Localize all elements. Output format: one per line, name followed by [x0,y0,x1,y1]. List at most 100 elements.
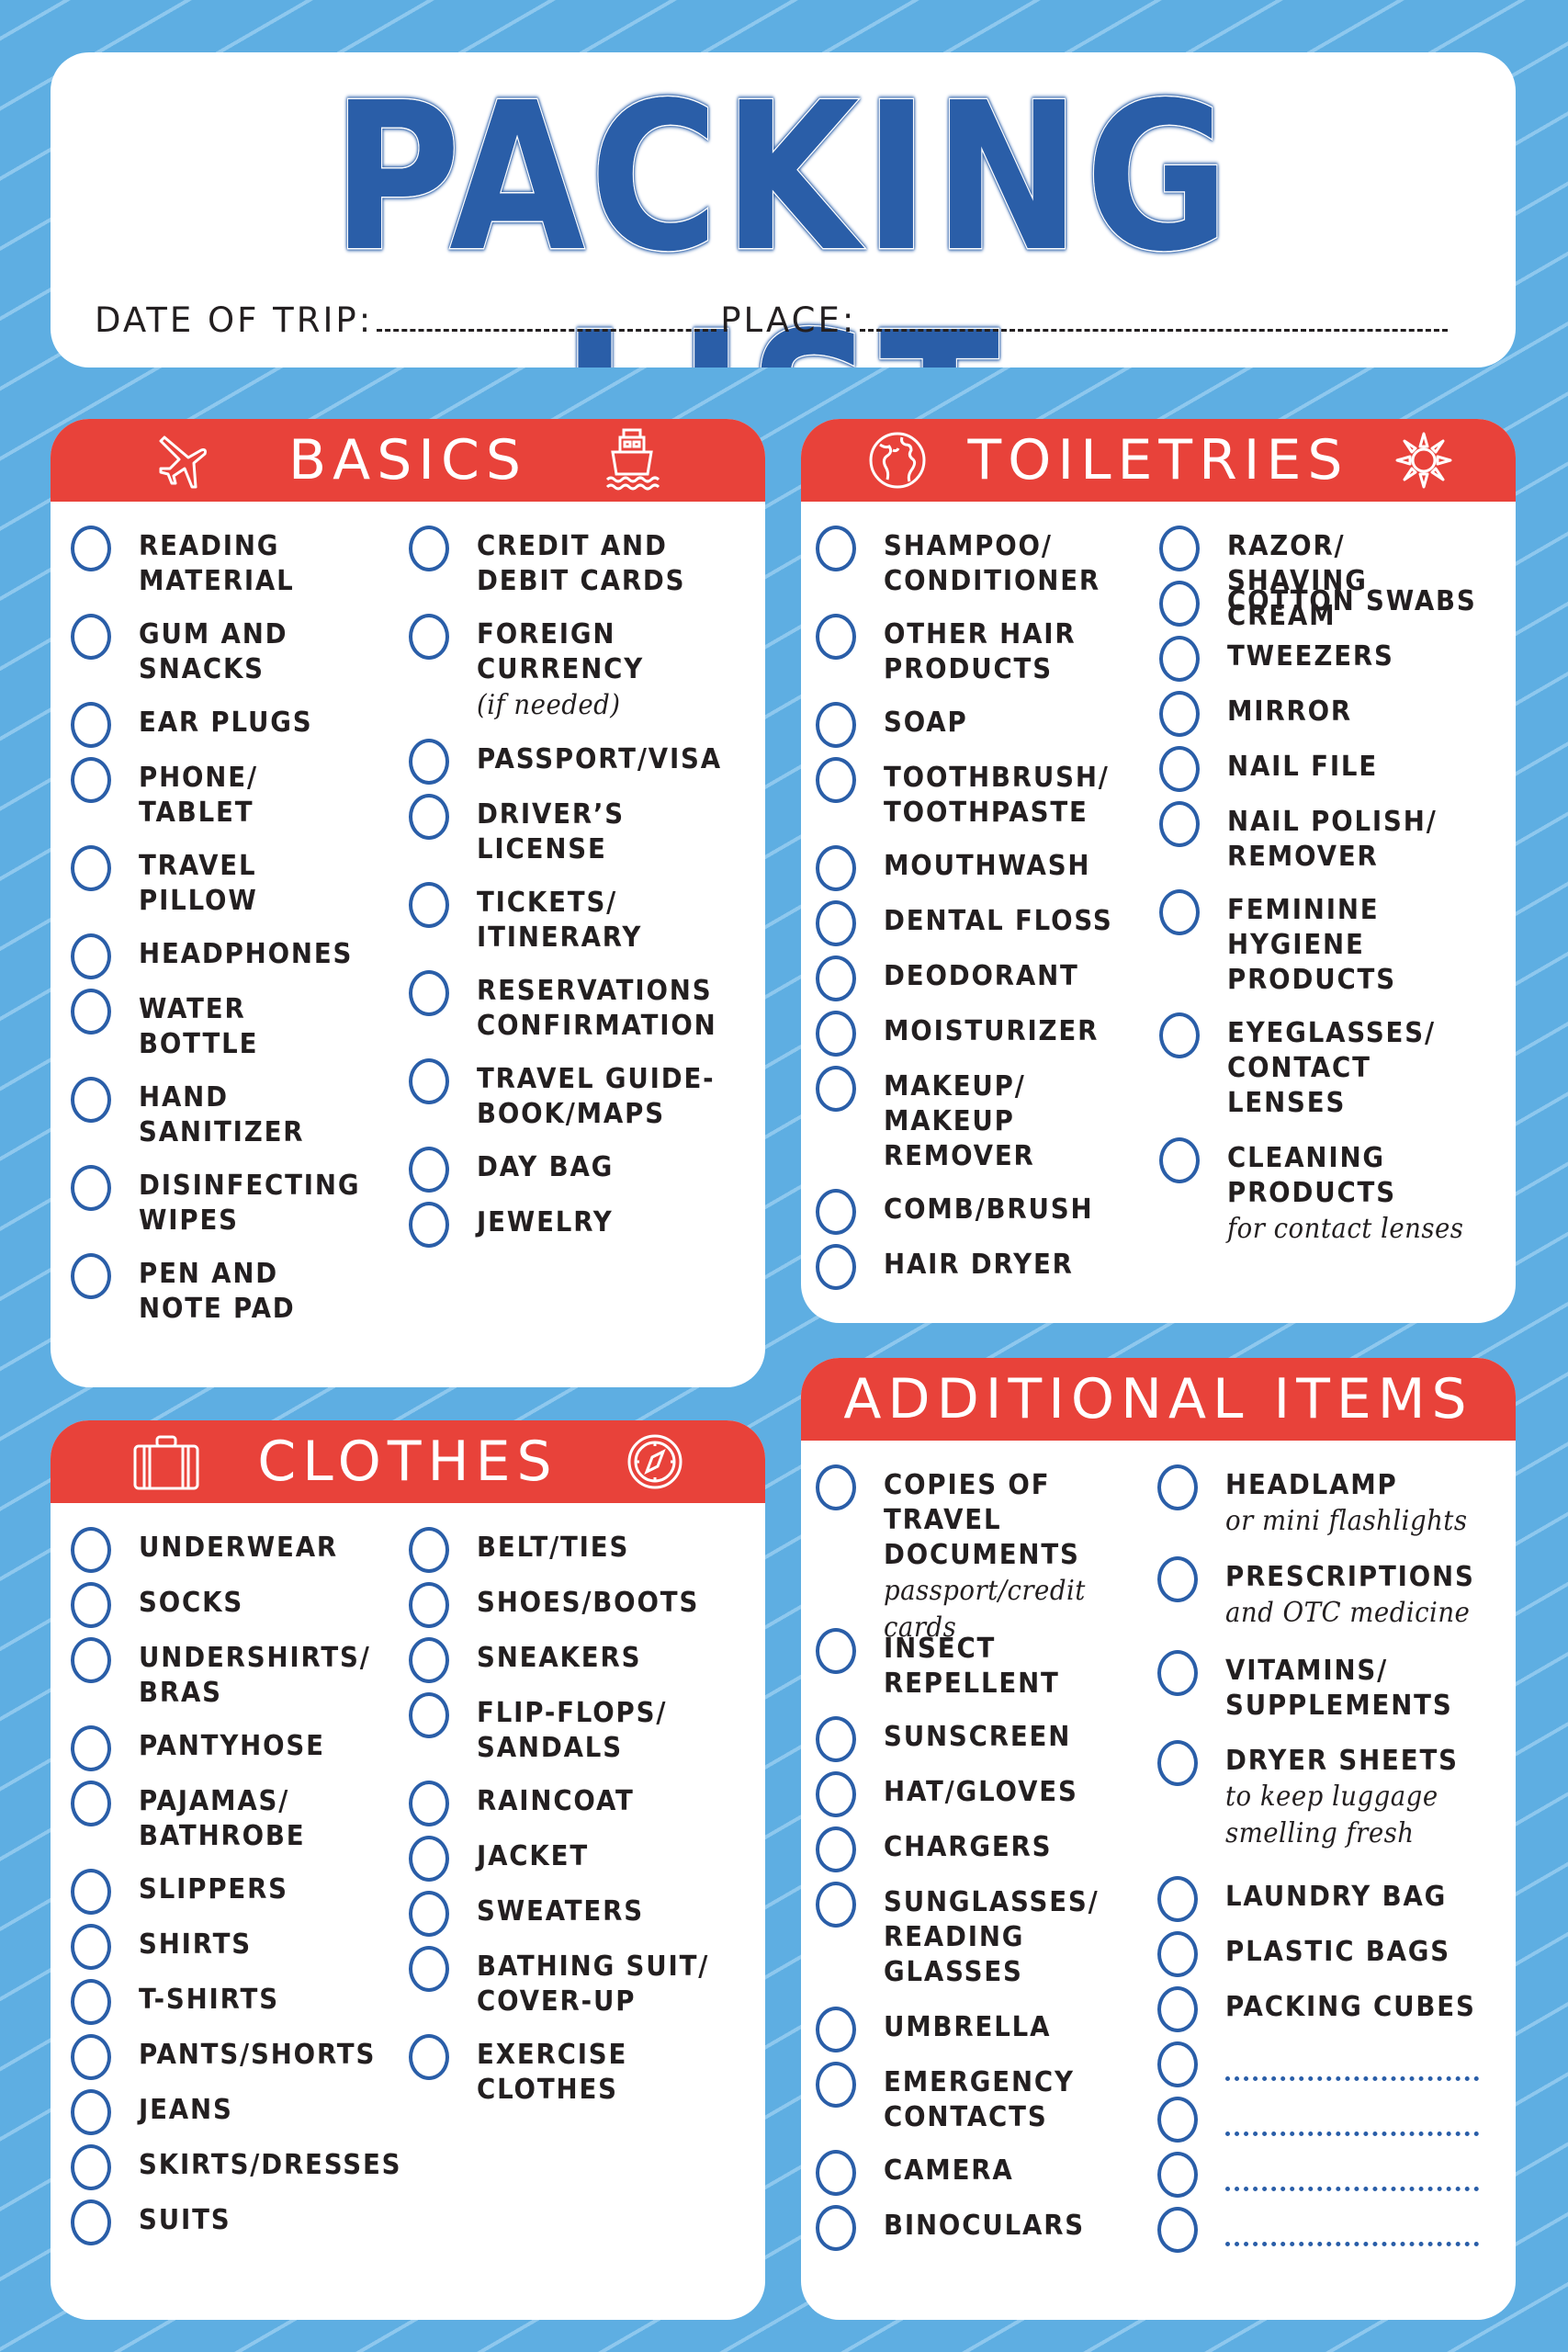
checkbox-circle[interactable] [71,1979,111,2025]
checkbox-circle[interactable] [71,2144,111,2190]
checkbox-circle[interactable] [816,1244,856,1290]
checkbox-circle[interactable] [409,1692,449,1738]
checkbox-circle[interactable] [816,956,856,1001]
checkbox-circle[interactable] [816,1464,856,1510]
checkbox-circle[interactable] [409,1058,449,1104]
checkbox-circle[interactable] [71,2034,111,2080]
checkbox-circle[interactable] [71,526,111,571]
checkbox-circle[interactable] [816,1826,856,1872]
checkbox-circle[interactable] [71,1165,111,1211]
blank-entry-line[interactable] [1225,2242,1479,2246]
checkbox-circle[interactable] [409,1946,449,1992]
checkbox-circle[interactable] [816,1628,856,1674]
checkbox-circle[interactable] [71,1781,111,1826]
checkbox-circle[interactable] [409,1891,449,1937]
blank-entry-line[interactable] [1225,2132,1479,2136]
checkbox-circle[interactable] [1159,889,1200,935]
checkbox-circle[interactable] [816,2007,856,2052]
checkbox-circle[interactable] [71,1077,111,1123]
checkbox-circle[interactable] [1157,1556,1198,1602]
item-label: DENTAL FLOSS [884,904,1113,939]
checkbox-circle[interactable] [1157,2041,1198,2087]
item-label: SOCKS [139,1586,243,1621]
checkbox-circle[interactable] [816,1066,856,1112]
checkbox-circle[interactable] [816,1189,856,1235]
checkbox-circle[interactable] [1157,2152,1198,2198]
checkbox-circle[interactable] [1157,1650,1198,1696]
checkbox-circle[interactable] [71,1582,111,1628]
checkbox-circle[interactable] [816,1716,856,1762]
checkbox-circle[interactable] [816,845,856,891]
checkbox-circle[interactable] [71,2089,111,2135]
blank-entry-line[interactable] [1225,2076,1479,2081]
item-label: EXERCISE CLOTHES [477,2038,627,2108]
item-label-text: SOCKS [139,1587,244,1619]
checkbox-circle[interactable] [409,1202,449,1248]
checkbox-circle[interactable] [71,1924,111,1970]
checkbox-circle[interactable] [409,1147,449,1193]
checkbox-circle[interactable] [1159,1012,1200,1058]
checkbox-circle[interactable] [1159,801,1200,847]
checkbox-circle[interactable] [1157,1464,1198,1510]
checkbox-circle[interactable] [816,614,856,660]
checkbox-circle[interactable] [816,2062,856,2108]
checkbox-circle[interactable] [816,526,856,571]
checkbox-circle[interactable] [71,845,111,891]
checkbox-circle[interactable] [816,900,856,946]
item-label-text: WATER BOTTLE [139,993,259,1060]
checkbox-circle[interactable] [1157,2097,1198,2143]
checkbox-circle[interactable] [409,1637,449,1683]
checkbox-circle[interactable] [1157,1876,1198,1922]
item-label-text: PLASTIC BAGS [1225,1936,1451,1968]
checkbox-circle[interactable] [71,1637,111,1683]
checkbox-circle[interactable] [816,757,856,803]
checkbox-circle[interactable] [816,2150,856,2196]
checkbox-circle[interactable] [816,1882,856,1928]
item-label: NAIL POLISH/ REMOVER [1227,805,1438,875]
checkbox-circle[interactable] [1159,746,1200,792]
checkbox-circle[interactable] [409,970,449,1016]
checkbox-circle[interactable] [71,2199,111,2245]
checkbox-circle[interactable] [1159,636,1200,682]
checkbox-circle[interactable] [409,794,449,840]
checkbox-circle[interactable] [409,1781,449,1826]
checkbox-circle[interactable] [1157,1931,1198,1977]
checkbox-circle[interactable] [409,2034,449,2080]
checkbox-circle[interactable] [409,614,449,660]
checkbox-circle[interactable] [409,739,449,785]
compass-icon [625,1431,685,1492]
item-label-text: PACKING CUBES [1225,1991,1476,2023]
checkbox-circle[interactable] [71,933,111,979]
blank-entry-line[interactable] [1225,2187,1479,2191]
item-label: T-SHIRTS [139,1983,279,2018]
checkbox-circle[interactable] [71,1869,111,1915]
checkbox-circle[interactable] [1157,2207,1198,2253]
checkbox-circle[interactable] [816,2205,856,2251]
item-label: HEADPHONES [139,937,353,972]
checkbox-circle[interactable] [1159,581,1200,627]
checkbox-circle[interactable] [409,526,449,571]
item-label-text: CAMERA [884,2154,1014,2187]
checkbox-circle[interactable] [1159,1137,1200,1183]
checkbox-circle[interactable] [816,1771,856,1817]
checkbox-circle[interactable] [1157,1986,1198,2032]
checkbox-circle[interactable] [1159,691,1200,737]
checkbox-circle[interactable] [409,1582,449,1628]
checkbox-circle[interactable] [409,1527,449,1573]
checkbox-circle[interactable] [409,1836,449,1882]
checkbox-circle[interactable] [409,882,449,928]
checkbox-circle[interactable] [816,1011,856,1057]
checkbox-circle[interactable] [816,702,856,748]
checkbox-circle[interactable] [71,1253,111,1299]
date-of-trip-field[interactable] [377,301,717,332]
item-label: SUNGLASSES/ READING GLASSES [884,1885,1100,1990]
checkbox-circle[interactable] [1157,1740,1198,1786]
checkbox-circle[interactable] [71,1725,111,1771]
checkbox-circle[interactable] [71,614,111,660]
checkbox-circle[interactable] [71,1527,111,1573]
checkbox-circle[interactable] [71,989,111,1035]
checkbox-circle[interactable] [1159,526,1200,571]
checkbox-circle[interactable] [71,702,111,748]
place-field[interactable] [860,301,1449,332]
checkbox-circle[interactable] [71,757,111,803]
